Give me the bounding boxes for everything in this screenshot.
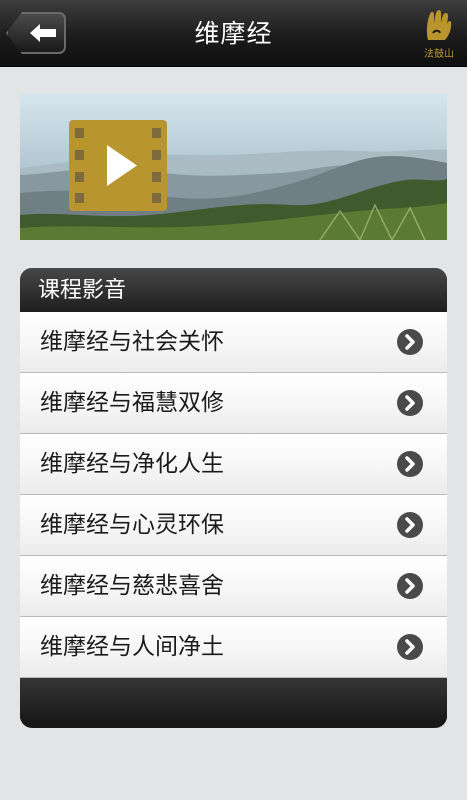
item-label: 维摩经与福慧双修 [40,390,224,416]
list-item[interactable]: 维摩经与福慧双修 [20,373,447,434]
chevron-right-icon [397,573,423,599]
chevron-right-icon [397,329,423,355]
chevron-right-icon [397,451,423,477]
video-play-icon [69,120,167,211]
chevron-right-icon [397,512,423,538]
panel-footer [20,678,447,720]
page-title: 维摩经 [194,19,273,48]
course-panel: 课程影音 维摩经与社会关怀 维摩经与福慧双修 维摩经与净化人生 维摩经与心灵环保… [20,268,447,728]
list-item[interactable]: 维摩经与心灵环保 [20,495,447,556]
logo: 法鼓山 [419,6,459,60]
panel-header: 课程影音 [20,268,447,312]
item-label: 维摩经与人间净土 [40,634,224,660]
list-item[interactable]: 维摩经与净化人生 [20,434,447,495]
list-item[interactable]: 维摩经与慈悲喜舍 [20,556,447,617]
chevron-right-icon [397,634,423,660]
list-item[interactable]: 维摩经与人间净土 [20,617,447,678]
video-banner[interactable] [20,93,447,240]
item-label: 维摩经与慈悲喜舍 [40,573,224,599]
item-label: 维摩经与社会关怀 [40,329,224,355]
logo-text: 法鼓山 [424,49,454,60]
top-bar: 维摩经 法鼓山 [0,0,467,67]
logo-icon [426,10,452,40]
chevron-right-icon [397,390,423,416]
item-label: 维摩经与心灵环保 [40,512,224,538]
item-label: 维摩经与净化人生 [40,451,224,477]
list-item[interactable]: 维摩经与社会关怀 [20,312,447,373]
